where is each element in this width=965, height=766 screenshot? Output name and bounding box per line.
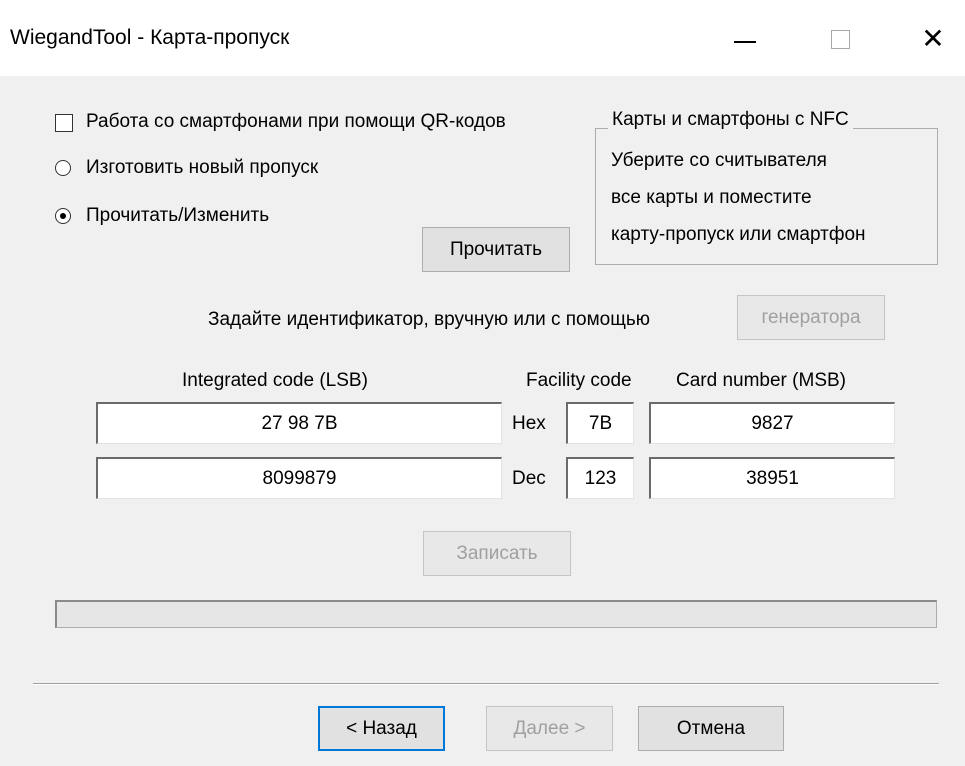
nfc-group-title: Карты и смартфоны с NFC xyxy=(608,109,853,131)
integrated-code-header: Integrated code (LSB) xyxy=(182,370,368,391)
next-button[interactable]: Далее > xyxy=(486,706,613,751)
facility-hex-input[interactable]: 7B xyxy=(566,402,634,444)
nfc-instruction-line: карту-пропуск или смартфон xyxy=(611,224,866,245)
footer-separator xyxy=(33,683,939,685)
read-button[interactable]: Прочитать xyxy=(422,227,570,272)
radio-new-pass-label[interactable]: Изготовить новый пропуск xyxy=(86,157,318,179)
nfc-instruction-line: все карты и поместите xyxy=(611,187,812,208)
dialog-window: WiegandTool - Карта-пропуск ✕ Работа со … xyxy=(0,0,965,766)
back-button[interactable]: < Назад xyxy=(318,706,445,751)
cancel-button[interactable]: Отмена xyxy=(638,706,784,751)
radio-read-edit[interactable] xyxy=(55,208,71,224)
minimize-icon xyxy=(734,41,756,43)
qr-checkbox[interactable] xyxy=(55,114,73,132)
dec-row-label: Dec xyxy=(512,468,546,489)
generator-button[interactable]: генератора xyxy=(737,295,885,340)
integrated-dec-input[interactable]: 8099879 xyxy=(96,457,502,499)
facility-dec-input[interactable]: 123 xyxy=(566,457,634,499)
facility-code-header: Facility code xyxy=(526,370,632,391)
close-icon: ✕ xyxy=(921,22,945,55)
radio-new-pass[interactable] xyxy=(55,160,71,176)
maximize-icon xyxy=(830,29,850,49)
write-button[interactable]: Записать xyxy=(423,531,571,576)
card-dec-input[interactable]: 38951 xyxy=(649,457,895,499)
nfc-instruction-line: Уберите со считывателя xyxy=(611,150,827,171)
card-number-header: Card number (MSB) xyxy=(676,370,846,391)
hex-row-label: Hex xyxy=(512,413,546,434)
minimize-button[interactable] xyxy=(715,14,775,64)
window-title: WiegandTool - Карта-пропуск xyxy=(10,26,290,49)
maximize-button[interactable] xyxy=(810,14,870,64)
radio-selected-dot xyxy=(60,213,66,219)
radio-read-edit-label[interactable]: Прочитать/Изменить xyxy=(86,205,269,227)
card-hex-input[interactable]: 9827 xyxy=(649,402,895,444)
integrated-hex-input[interactable]: 27 98 7B xyxy=(96,402,502,444)
progress-bar xyxy=(55,600,937,628)
qr-checkbox-label[interactable]: Работа со смартфонами при помощи QR-кодо… xyxy=(86,111,506,133)
close-button[interactable]: ✕ xyxy=(903,14,963,64)
identifier-hint: Задайте идентификатор, вручную или с пом… xyxy=(208,309,651,330)
title-bar: WiegandTool - Карта-пропуск ✕ xyxy=(0,0,965,76)
